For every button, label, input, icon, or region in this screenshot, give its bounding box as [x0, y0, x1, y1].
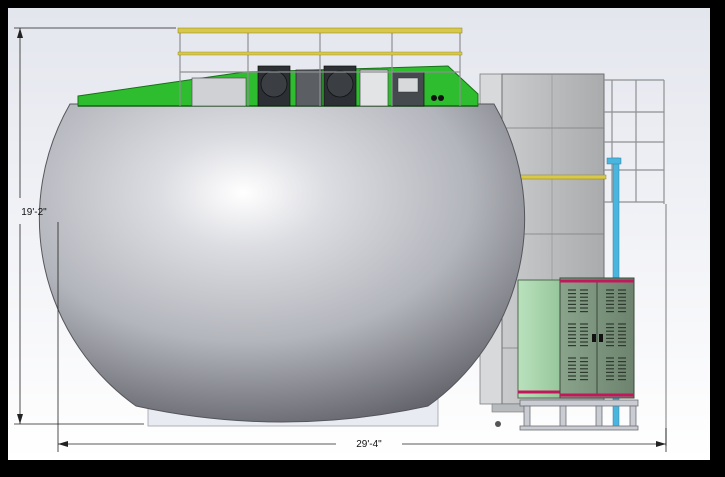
support-wheel — [495, 421, 501, 427]
ventilated-cabinet — [559, 277, 635, 399]
image-frame: 19'-2" 29'-4" — [0, 0, 725, 477]
cad-viewport: 19'-2" 29'-4" — [8, 8, 710, 460]
electrical-cabinet — [517, 279, 561, 399]
railing-top-yellow — [177, 27, 463, 34]
spherical-tank — [38, 103, 526, 427]
width-dimension-label: 29'-4" — [356, 439, 382, 450]
height-dimension-label: 19'-2" — [21, 207, 47, 218]
cad-drawing: 19'-2" 29'-4" — [8, 8, 710, 460]
railing-mid-yellow — [177, 51, 463, 56]
